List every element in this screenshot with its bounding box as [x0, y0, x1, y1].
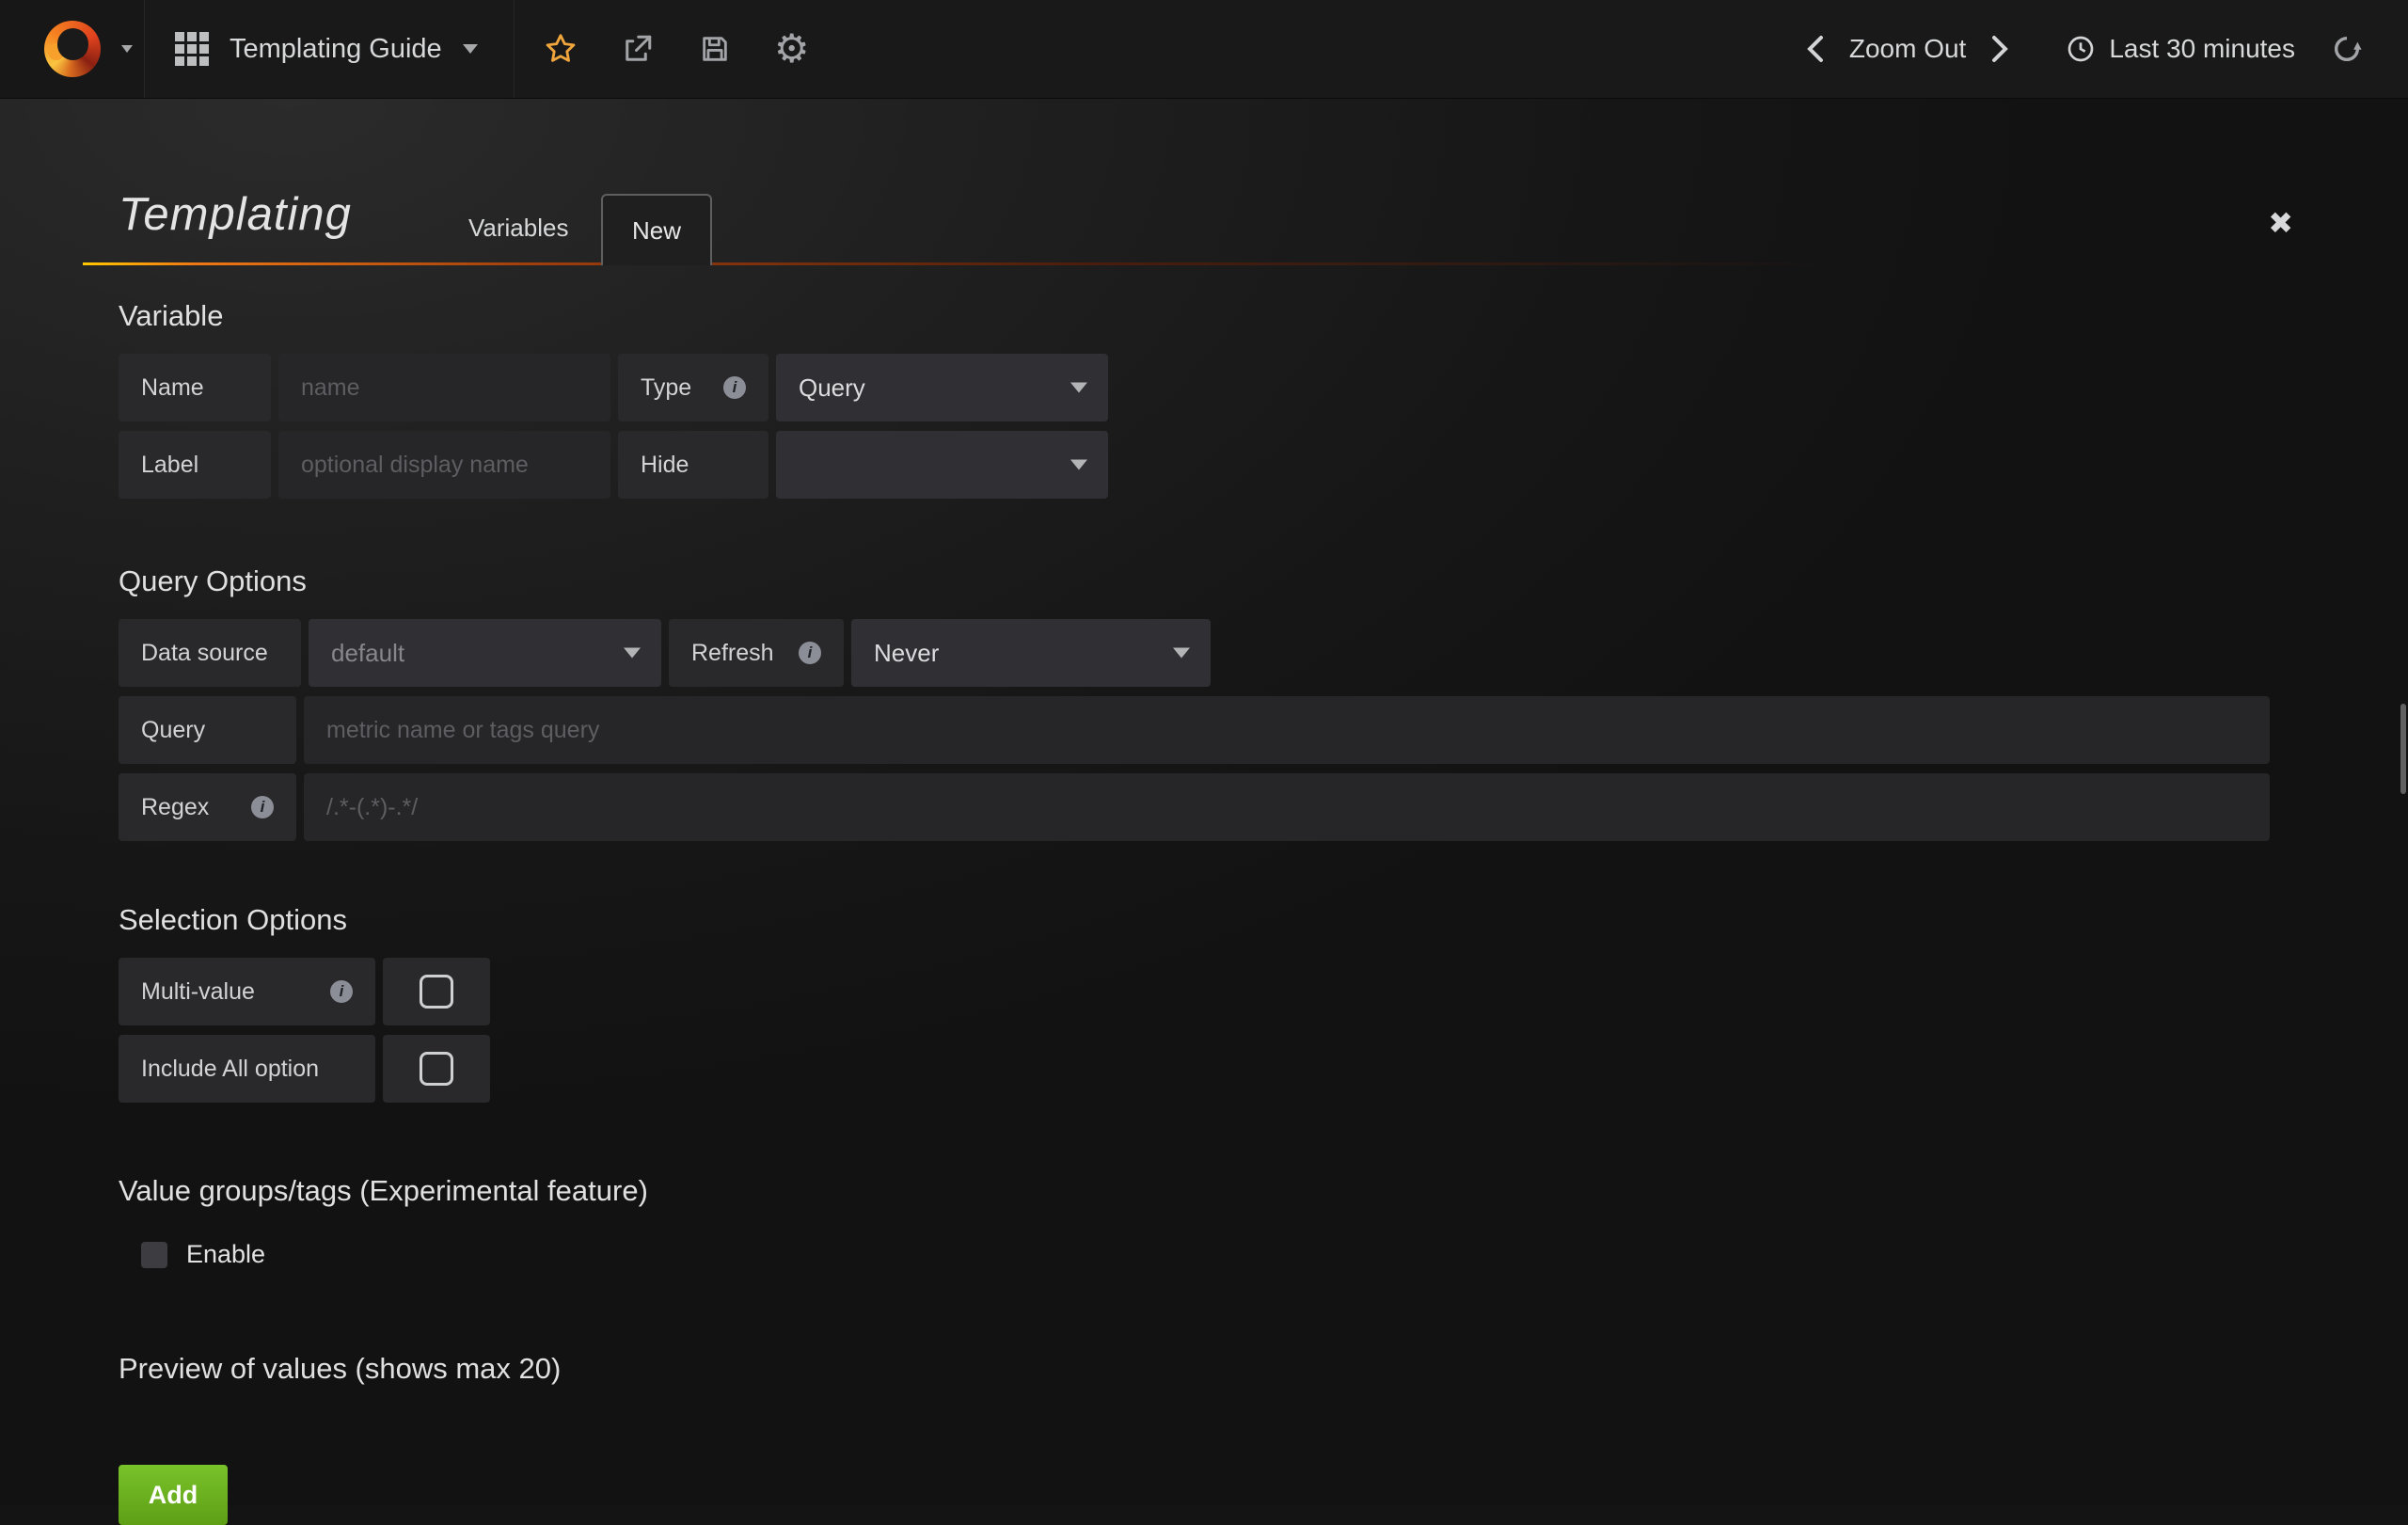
- grafana-logo-icon: [44, 21, 101, 77]
- enable-row: Enable: [141, 1240, 2325, 1269]
- info-icon[interactable]: [723, 376, 746, 399]
- dashboard-title: Templating Guide: [230, 34, 442, 65]
- refresh-label: Refresh: [669, 619, 844, 687]
- name-input[interactable]: [278, 354, 610, 421]
- checkbox-icon: [420, 1052, 453, 1086]
- add-button[interactable]: Add: [119, 1465, 228, 1525]
- multi-value-checkbox[interactable]: [383, 958, 490, 1025]
- close-icon[interactable]: ✖: [2268, 205, 2293, 241]
- chevron-down-icon: [463, 44, 478, 54]
- variable-label-row: Label Hide: [119, 431, 2325, 499]
- datasource-label: Data source: [119, 619, 301, 687]
- regex-input[interactable]: [304, 773, 2270, 841]
- hide-label: Hide: [618, 431, 768, 499]
- info-icon[interactable]: [330, 980, 353, 1003]
- scrollbar-thumb[interactable]: [2400, 704, 2406, 794]
- query-label: Query: [119, 696, 296, 764]
- query-options-heading: Query Options: [119, 564, 2325, 598]
- query-row: Query: [119, 696, 2325, 764]
- dashboard-grid-icon: [175, 32, 209, 66]
- time-shift-forward-button[interactable]: [1973, 0, 2026, 99]
- chevron-down-icon: [1070, 460, 1087, 470]
- share-icon: [621, 32, 655, 66]
- variable-section-heading: Variable: [119, 299, 2325, 333]
- dashboard-content: Templating Variables New ✖ Variable Name…: [0, 99, 2408, 1505]
- dashboard-actions: ⚙: [515, 0, 838, 98]
- type-label: Type: [618, 354, 768, 421]
- clock-icon: [2066, 34, 2096, 64]
- info-icon[interactable]: [251, 796, 274, 818]
- chevron-left-icon: [1804, 34, 1827, 64]
- regex-label-text: Regex: [141, 794, 209, 821]
- refresh-select[interactable]: Never: [851, 619, 1211, 687]
- refresh-select-value: Never: [874, 639, 939, 668]
- top-navbar: Templating Guide ⚙ Zoom Out: [0, 0, 2408, 99]
- multi-value-label: Multi-value: [119, 958, 375, 1025]
- value-groups-heading: Value groups/tags (Experimental feature): [119, 1174, 2325, 1208]
- tab-new[interactable]: New: [601, 194, 712, 265]
- label-input[interactable]: [278, 431, 610, 499]
- selection-options-heading: Selection Options: [119, 903, 2325, 937]
- dashboard-picker[interactable]: Templating Guide: [145, 0, 515, 98]
- query-input[interactable]: [304, 696, 2270, 764]
- star-icon: [543, 31, 578, 67]
- time-range-label: Last 30 minutes: [2109, 34, 2295, 64]
- label-label: Label: [119, 431, 271, 499]
- refresh-icon: [2331, 33, 2363, 65]
- type-label-text: Type: [641, 374, 691, 402]
- variable-name-row: Name Type Query: [119, 354, 2325, 421]
- checkbox-icon: [420, 975, 453, 1009]
- gear-icon: ⚙: [774, 29, 810, 69]
- enable-checkbox[interactable]: [141, 1242, 167, 1268]
- time-range-picker[interactable]: Last 30 minutes: [2066, 34, 2295, 64]
- type-select-value: Query: [799, 373, 865, 403]
- chevron-down-icon: [1070, 383, 1087, 393]
- star-button[interactable]: [522, 0, 599, 99]
- logo-caret-icon: [121, 45, 133, 53]
- chevron-right-icon: [1988, 34, 2011, 64]
- datasource-row: Data source default Refresh Never: [119, 619, 2325, 687]
- page-title: Templating: [119, 188, 352, 241]
- time-controls: Zoom Out Last 30 minutes: [1789, 0, 2408, 98]
- type-select[interactable]: Query: [776, 354, 1108, 421]
- multi-value-label-text: Multi-value: [141, 978, 255, 1006]
- settings-button[interactable]: ⚙: [753, 0, 831, 99]
- refresh-label-text: Refresh: [691, 640, 774, 667]
- refresh-button[interactable]: [2314, 0, 2380, 99]
- chevron-down-icon: [1173, 648, 1190, 659]
- chevron-down-icon: [624, 648, 641, 659]
- grafana-menu-button[interactable]: [0, 0, 145, 98]
- share-button[interactable]: [599, 0, 676, 99]
- header-divider: [83, 262, 2325, 265]
- name-label: Name: [119, 354, 271, 421]
- include-all-row: Include All option: [119, 1035, 2325, 1103]
- enable-label: Enable: [186, 1240, 265, 1269]
- datasource-select-value: default: [331, 639, 404, 668]
- datasource-select[interactable]: default: [309, 619, 661, 687]
- save-icon: [699, 33, 731, 65]
- tab-variables[interactable]: Variables: [452, 214, 585, 243]
- info-icon[interactable]: [799, 642, 821, 664]
- templating-header: Templating Variables New ✖: [83, 99, 2325, 265]
- multi-value-row: Multi-value: [119, 958, 2325, 1025]
- regex-label: Regex: [119, 773, 296, 841]
- preview-heading: Preview of values (shows max 20): [119, 1352, 2325, 1386]
- include-all-label: Include All option: [119, 1035, 375, 1103]
- include-all-checkbox[interactable]: [383, 1035, 490, 1103]
- regex-row: Regex: [119, 773, 2325, 841]
- hide-select[interactable]: [776, 431, 1108, 499]
- time-shift-back-button[interactable]: [1789, 0, 1842, 99]
- save-button[interactable]: [676, 0, 753, 99]
- zoom-out-button[interactable]: Zoom Out: [1842, 34, 1973, 64]
